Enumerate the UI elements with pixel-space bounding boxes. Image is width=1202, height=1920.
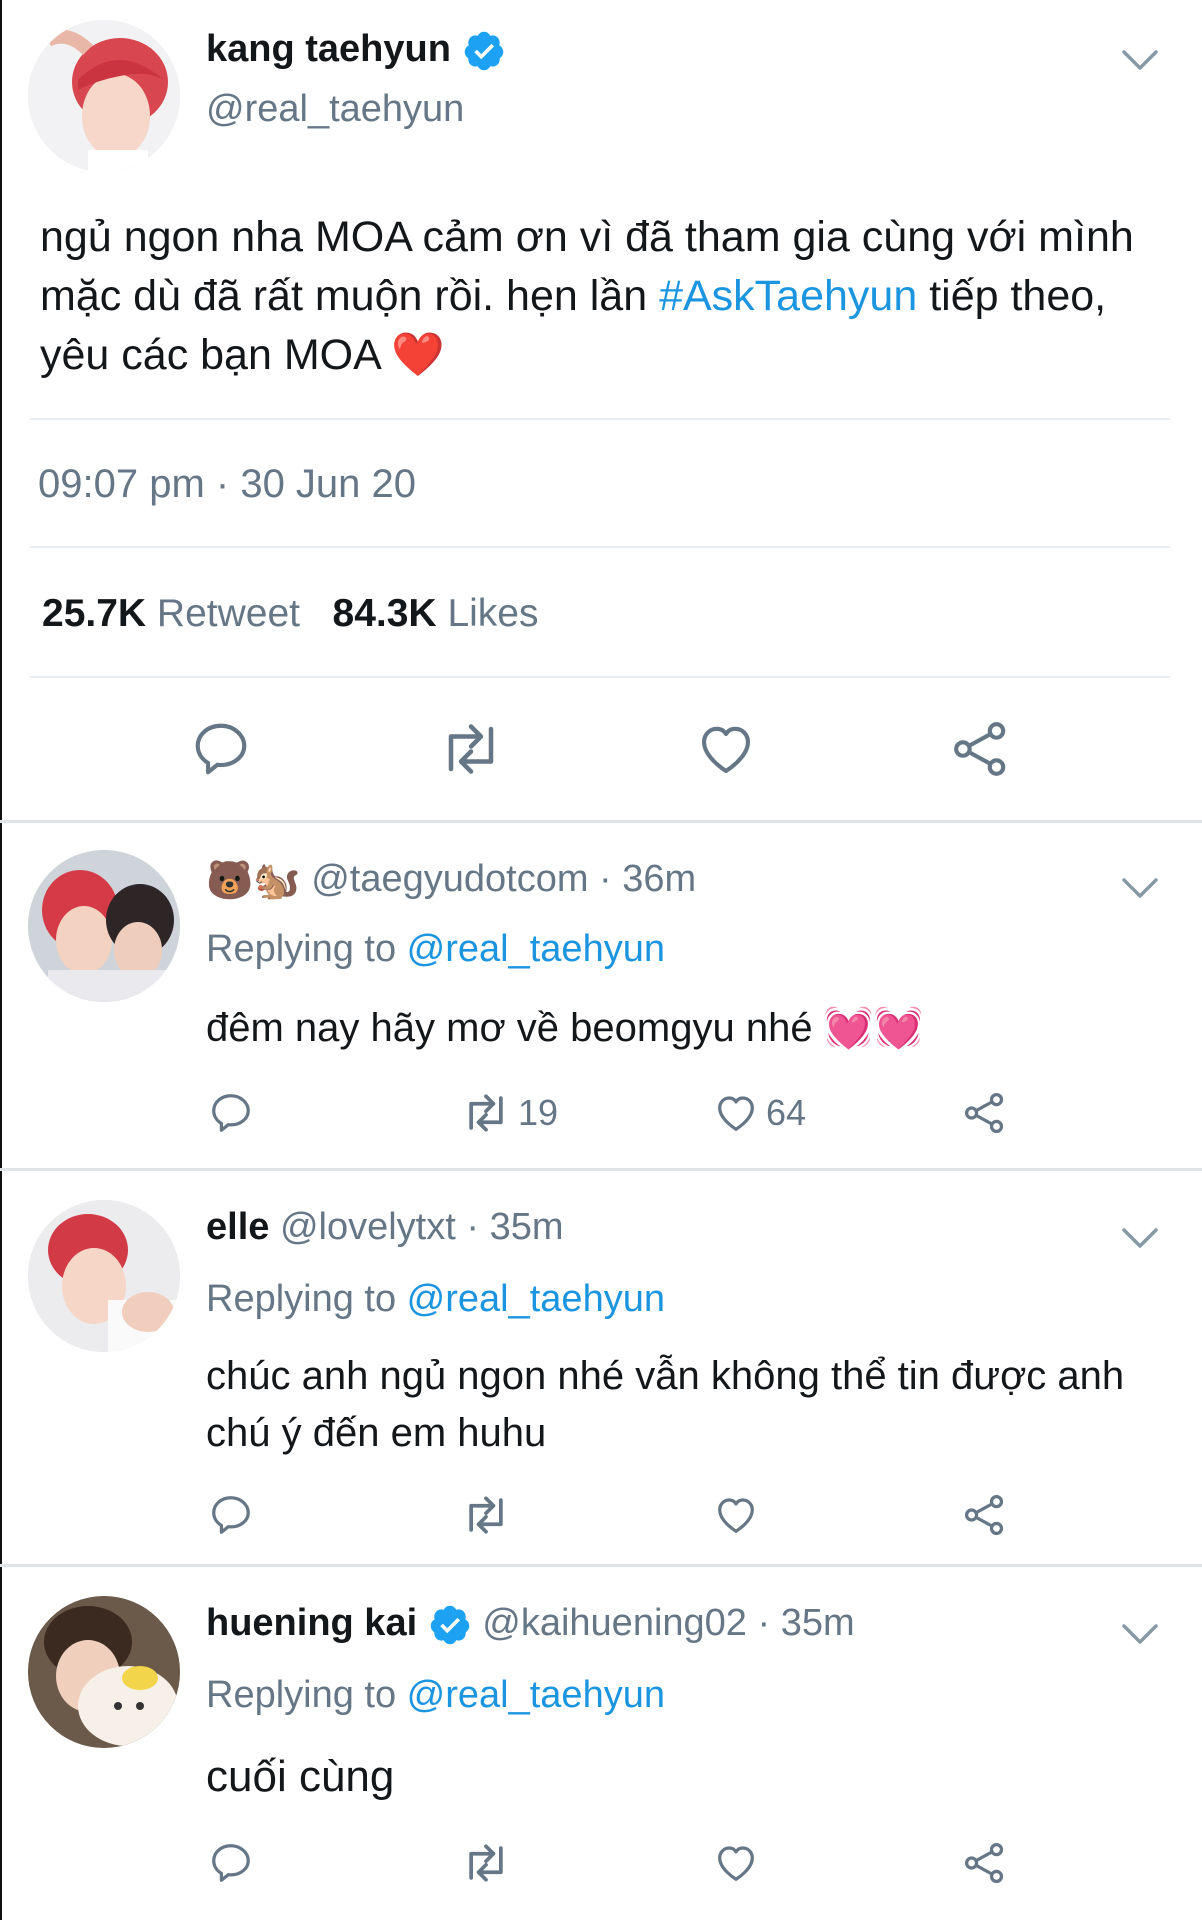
reply-icon [212,1844,250,1882]
divider [30,676,1170,678]
share-button[interactable] [962,1492,1008,1538]
replying-to-link[interactable]: @real_taehyun [407,1674,665,1716]
replying-to: Replying to @real_taehyun [206,1278,665,1321]
chevron-down-icon[interactable] [1120,48,1160,72]
reply-author-name[interactable]: huening kai [206,1602,417,1644]
retweet-icon [469,1094,503,1132]
reply-handle[interactable]: @kaihuening02 [482,1602,747,1644]
reply-header: huening kai @kaihuening02 · 35m [206,1602,855,1647]
retweet-button[interactable] [460,1492,512,1538]
avatar[interactable] [28,20,180,172]
retweet-button[interactable] [436,718,506,780]
share-icon [954,722,1006,776]
reply-time[interactable]: · 35m [758,1602,855,1644]
retweet-count: 19 [518,1092,559,1133]
reply-handle[interactable]: @lovelytxt [280,1206,456,1248]
retweet-count[interactable]: 25.7K [42,592,146,635]
left-edge-border [0,0,2,1920]
username-emoji[interactable]: 🐻🐿️ [206,860,301,902]
likes-label[interactable]: Likes [447,592,538,635]
like-button[interactable] [712,1840,760,1886]
section-divider [0,820,1202,823]
chevron-down-icon[interactable] [1120,1226,1160,1250]
like-icon [701,726,751,774]
retweet-icon [448,724,494,774]
reply-button[interactable] [208,1090,254,1136]
section-divider [0,1168,1202,1171]
reply-button[interactable] [208,1840,254,1886]
like-button[interactable] [712,1492,760,1538]
reply-text: đêm nay hãy mơ về beomgyu nhé 💓💓 [206,1006,924,1050]
reply-button[interactable] [208,1492,254,1538]
reply-text: cuối cùng [206,1752,395,1801]
replying-label: Replying to [206,1674,407,1716]
likes-count[interactable]: 84.3K [333,592,437,635]
tweet-stats: 25.7K Retweet 84.3K Likes [42,592,538,636]
tweet-timestamp[interactable]: 09:07 pm · 30 Jun 20 [38,462,416,507]
divider [30,546,1170,548]
share-icon [964,1494,1004,1536]
replying-to-link[interactable]: @real_taehyun [407,1278,665,1320]
replying-to: Replying to @real_taehyun [206,1674,665,1717]
author-name[interactable]: kang taehyun [206,28,451,70]
heart-emoji: ❤️ [391,331,445,379]
share-icon [964,1842,1004,1884]
replying-label: Replying to [206,1278,407,1320]
reply-time[interactable]: · 36m [599,858,696,900]
author-handle[interactable]: @real_taehyun [206,88,464,131]
verified-badge-icon [428,1603,472,1647]
retweet-button[interactable]: 19 [460,1090,558,1136]
like-icon [718,1498,754,1533]
tweet-text: ngủ ngon nha MOA cảm ơn vì đã tham gia c… [40,208,1170,385]
replying-to-link[interactable]: @real_taehyun [407,928,665,970]
retweet-icon [469,1844,503,1882]
reply-icon [212,1496,250,1534]
section-divider [0,1564,1202,1567]
like-button[interactable] [694,718,758,780]
chevron-down-icon[interactable] [1120,876,1160,900]
chevron-down-icon[interactable] [1120,1622,1160,1646]
retweet-button[interactable] [460,1840,512,1886]
reply-header: 🐻🐿️ @taegyudotcom · 36m [206,858,696,903]
like-count: 64 [766,1092,807,1133]
avatar[interactable] [28,1596,180,1748]
reply-author-name[interactable]: elle [206,1206,269,1248]
avatar[interactable] [28,1200,180,1352]
divider [30,418,1170,420]
like-button[interactable]: 64 [712,1090,806,1136]
reply-text: chúc anh ngủ ngon nhé vẫn không thể tin … [206,1354,1125,1455]
replying-to: Replying to @real_taehyun [206,928,665,971]
like-icon [718,1096,754,1131]
avatar[interactable] [28,850,180,1002]
share-button[interactable] [962,1090,1008,1136]
reply-button[interactable] [190,718,252,780]
retweet-icon [469,1496,503,1534]
share-button[interactable] [962,1840,1008,1886]
reply-icon [195,723,247,775]
retweet-label[interactable]: Retweet [157,592,300,635]
verified-badge-icon [462,29,506,73]
like-icon [718,1846,754,1881]
replying-label: Replying to [206,928,407,970]
share-button[interactable] [950,718,1012,780]
reply-handle[interactable]: @taegyudotcom [311,858,588,900]
hashtag-link[interactable]: #AskTaehyun [659,272,917,320]
reply-time[interactable]: · 35m [466,1206,563,1248]
reply-header: elle @lovelytxt · 35m [206,1206,564,1249]
reply-icon [212,1094,250,1132]
share-icon [964,1092,1004,1134]
